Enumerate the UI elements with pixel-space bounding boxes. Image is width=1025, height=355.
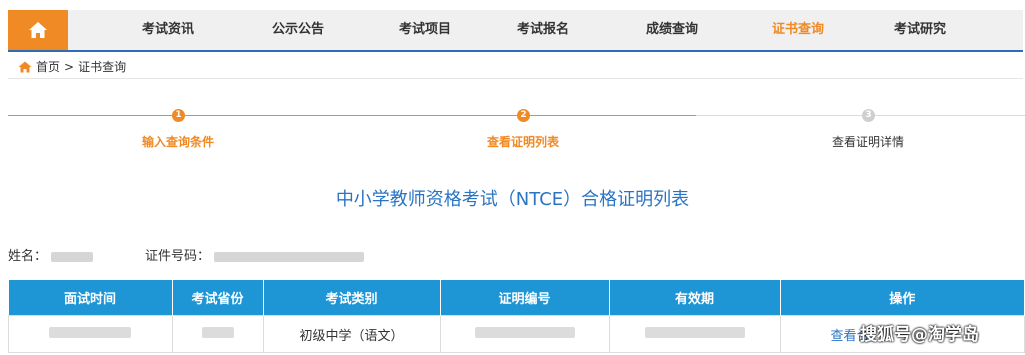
top-navigation: 考试资讯 公示公告 考试项目 考试报名 成绩查询 证书查询 考试研究 [8,10,1023,52]
nav-exam-news[interactable]: 考试资讯 [113,10,223,50]
nav-certificate-query[interactable]: 证书查询 [743,10,853,50]
nav-announcements[interactable]: 公示公告 [243,10,353,50]
page-title: 中小学教师资格考试（NTCE）合格证明列表 [335,189,690,210]
cell-validity [608,315,781,353]
cell-exam-category: 初级中学（语文） [262,315,441,353]
col-actions: 操作 [780,280,1025,316]
col-certificate-number: 证明编号 [440,280,610,316]
col-exam-category: 考试类别 [263,280,441,316]
id-info: 证件号码： [145,245,365,264]
name-label: 姓名： [8,249,48,264]
col-exam-province: 考试省份 [172,280,264,316]
col-interview-time: 面试时间 [8,280,173,316]
cell-interview-time [8,315,173,353]
step-2-marker: 2 [517,109,530,122]
name-value-redacted [51,251,94,262]
cell-exam-province [171,315,264,353]
table-header-row: 面试时间 考试省份 考试类别 证明编号 有效期 操作 [8,280,1025,316]
nav-exam-projects[interactable]: 考试项目 [370,10,480,50]
step-2-label: 查看证明列表 [486,135,559,149]
id-label: 证件号码： [145,249,211,264]
redacted-value [644,326,745,338]
home-button[interactable] [8,10,68,50]
nav-exam-research[interactable]: 考试研究 [865,10,975,50]
breadcrumb-current: 证书查询 [78,60,127,74]
nav-score-query[interactable]: 成绩查询 [617,10,727,50]
name-info: 姓名： [8,245,94,264]
id-value-redacted [214,251,365,262]
step-3-marker: 3 [862,109,875,122]
redacted-value [201,326,234,338]
progress-line-done [8,115,696,116]
progress-line-pending [696,115,1025,116]
breadcrumb: 首页 > 证书查询 [18,58,126,75]
step-1-label: 输入查询条件 [141,135,214,149]
cell-certificate-number [439,315,610,353]
breadcrumb-home[interactable]: 首页 [36,58,60,75]
step-3-label: 查看证明详情 [831,135,904,149]
breadcrumb-separator: > [64,59,75,74]
home-icon [29,22,47,38]
step-1-marker: 1 [172,109,185,122]
col-validity: 有效期 [609,280,781,316]
home-icon [18,61,32,72]
redacted-value [474,326,575,338]
watermark: 搜狐号@淘学岛 [860,325,979,345]
divider [8,78,1023,79]
nav-registration[interactable]: 考试报名 [488,10,598,50]
redacted-value [49,326,132,338]
